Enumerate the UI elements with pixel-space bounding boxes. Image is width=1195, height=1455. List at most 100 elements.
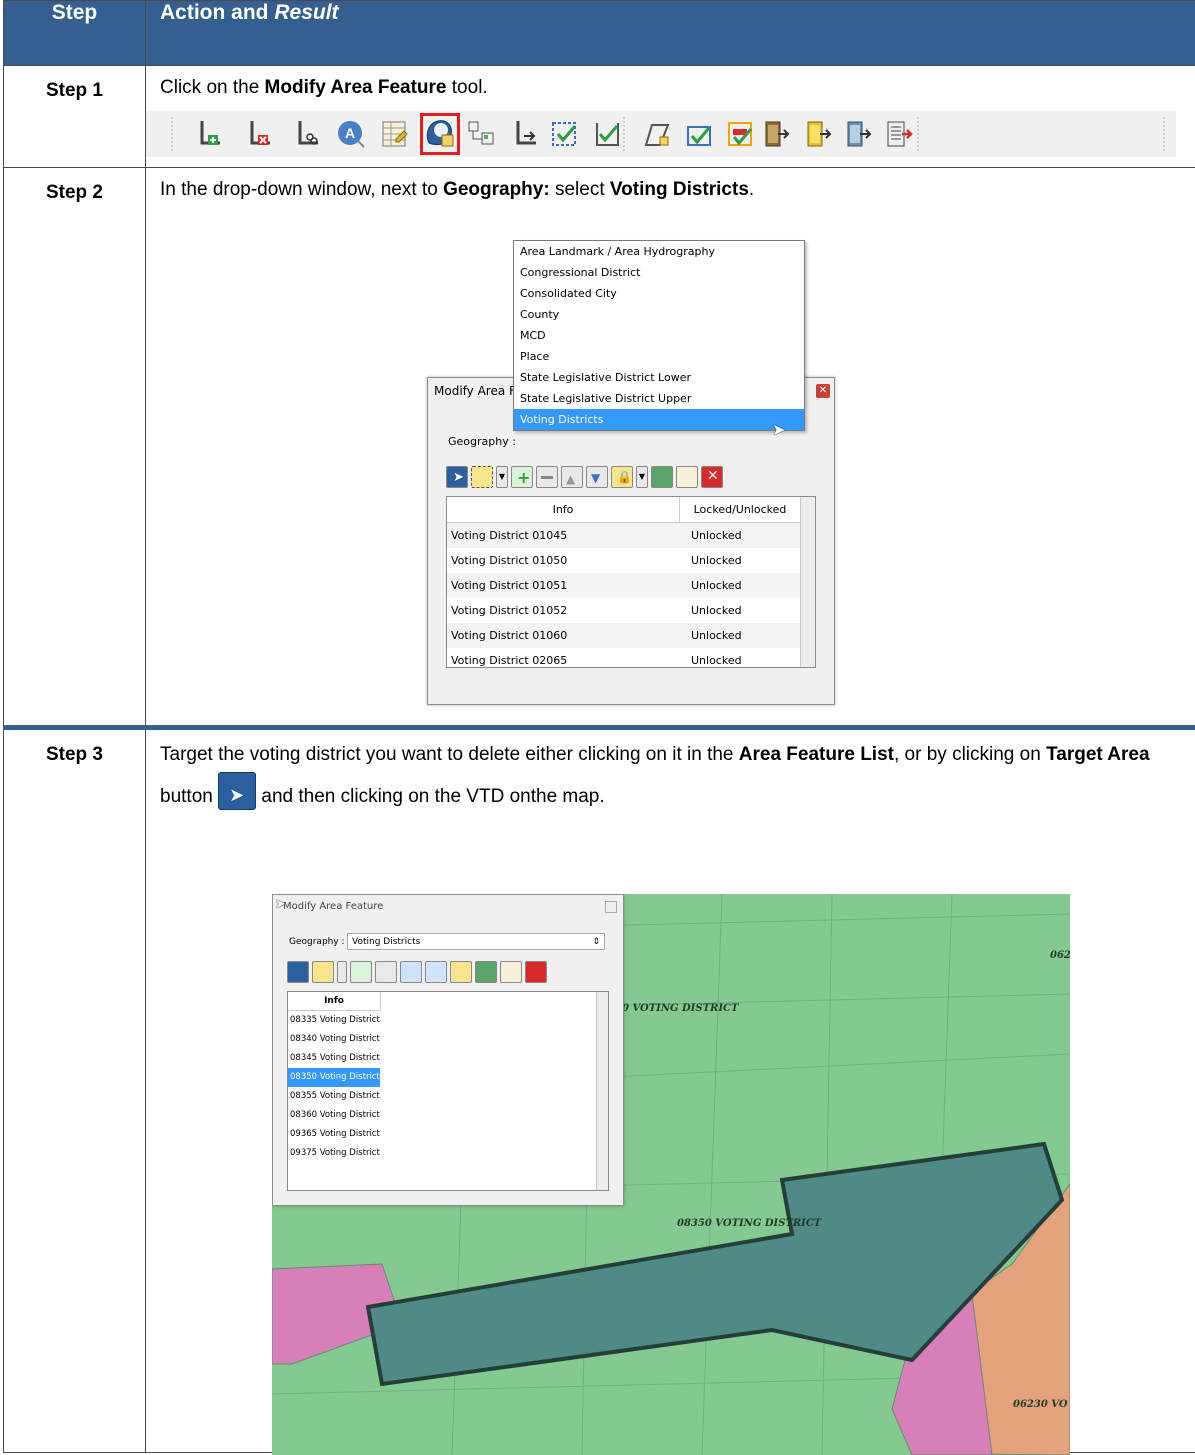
step-1-label: Step 1	[4, 66, 146, 168]
step-1-action: Click on the Modify Area Feature tool.	[146, 66, 1195, 168]
move-up-icon-2[interactable]	[400, 961, 422, 983]
select-check-icon[interactable]	[550, 119, 580, 149]
area-feature-list-2[interactable]: Info 08335 Voting District08340 Voting D…	[287, 991, 609, 1191]
list-item[interactable]: 08340 Voting District	[288, 1030, 380, 1049]
list-item[interactable]: 09365 Voting District	[288, 1125, 380, 1144]
select-area-icon-2[interactable]	[312, 961, 334, 983]
move-vertex-icon[interactable]	[510, 119, 540, 149]
step-3-text: Target the voting district you want to d…	[160, 737, 1181, 814]
list-item-info: Voting District 01060	[447, 623, 691, 648]
lock-dropdown-icon[interactable]: ▼	[636, 466, 648, 488]
list-item[interactable]: Voting District 01060Unlocked	[447, 623, 815, 648]
polygon-icon[interactable]	[642, 119, 672, 149]
close-icon[interactable]: ✕	[816, 384, 830, 398]
list-item[interactable]: 08345 Voting District	[288, 1049, 380, 1068]
list-item-status: Unlocked	[691, 573, 801, 598]
dialog2-title: Modify Area Feature	[283, 901, 383, 914]
target-area-icon[interactable]: ➤	[446, 466, 468, 488]
list-item[interactable]: 09375 Voting District	[288, 1144, 380, 1163]
table-icon-2[interactable]	[500, 961, 522, 983]
check-edit-icon[interactable]	[592, 119, 622, 149]
list-item-status: Unlocked	[691, 648, 801, 673]
list-item[interactable]: 08360 Voting District	[288, 1106, 380, 1125]
move-down-icon-2[interactable]	[425, 961, 447, 983]
col-info[interactable]: Info	[447, 497, 680, 522]
map-icon-2[interactable]	[475, 961, 497, 983]
option-sldu[interactable]: State Legislative District Upper	[514, 388, 804, 409]
list-item[interactable]: 08350 Voting District	[288, 1068, 380, 1087]
geography-dropdown-list[interactable]: Area Landmark / Area Hydrography Congres…	[513, 240, 805, 431]
step-3-label: Step 3	[4, 728, 146, 1453]
geography-combo[interactable]: Voting Districts⇕	[347, 933, 605, 950]
option-mcd[interactable]: MCD	[514, 325, 804, 346]
map-icon[interactable]	[651, 466, 673, 488]
option-county[interactable]: County	[514, 304, 804, 325]
option-area-landmark[interactable]: Area Landmark / Area Hydrography	[514, 241, 804, 262]
map-label-08350: 08350 VOTING DISTRICT	[677, 1218, 821, 1231]
option-voting-districts[interactable]: Voting Districts	[514, 409, 804, 430]
export-2-icon[interactable]	[804, 119, 834, 149]
modify-area-feature-icon[interactable]	[420, 113, 460, 155]
remove-icon-2[interactable]	[375, 961, 397, 983]
scrollbar[interactable]	[800, 497, 815, 667]
col-info-2[interactable]: Info	[288, 992, 381, 1011]
list-item[interactable]: Voting District 02065Unlocked	[447, 648, 815, 673]
target-area-button-icon: ➤	[218, 772, 256, 810]
geography-label: Geography :	[448, 435, 516, 449]
label-icon[interactable]: A	[336, 119, 366, 149]
review-icon[interactable]	[726, 119, 756, 149]
option-congressional-district[interactable]: Congressional District	[514, 262, 804, 283]
export-1-icon[interactable]	[762, 119, 792, 149]
check-icon[interactable]	[684, 119, 714, 149]
move-up-icon[interactable]: ▲	[561, 466, 583, 488]
dropdown-arrow-icon[interactable]: ▼	[496, 466, 508, 488]
delete-icon-2[interactable]	[525, 961, 547, 983]
delete-vertex-icon[interactable]	[244, 119, 274, 149]
add-icon-2[interactable]	[350, 961, 372, 983]
dropdown-arrow-icon-2[interactable]	[337, 961, 347, 983]
col-locked[interactable]: Locked/Unlocked	[680, 497, 800, 522]
svg-text:A: A	[345, 125, 355, 141]
dialog-title: Modify Area Fe	[434, 384, 523, 399]
steps-table: Step Action and Result Step 1 Click on t…	[3, 0, 1195, 1453]
list-item-status: Unlocked	[691, 523, 801, 548]
option-place[interactable]: Place	[514, 346, 804, 367]
table-icon[interactable]	[676, 466, 698, 488]
lock-icon[interactable]: 🔒	[611, 466, 633, 488]
move-down-icon[interactable]: ▼	[586, 466, 608, 488]
lock-icon-2[interactable]	[450, 961, 472, 983]
list-item-status: Unlocked	[691, 623, 801, 648]
option-consolidated-city[interactable]: Consolidated City	[514, 283, 804, 304]
target-area-icon-2[interactable]	[287, 961, 309, 983]
remove-icon[interactable]	[536, 466, 558, 488]
add-vertex-icon[interactable]	[194, 119, 224, 149]
list-item[interactable]: Voting District 01051Unlocked	[447, 573, 815, 598]
step-3-action: Target the voting district you want to d…	[146, 728, 1195, 1453]
attribute-table-icon[interactable]	[380, 119, 410, 149]
map-label-06230: 06230 VO	[1013, 1399, 1068, 1412]
list-item[interactable]: 08335 Voting District	[288, 1011, 380, 1030]
map-view[interactable]: 062 0 VOTING DISTRICT 08350 VOTING DISTR…	[272, 894, 1070, 1455]
scrollbar-2[interactable]	[596, 992, 608, 1190]
modify-area-dialog-2: Modify Area Feature ➤ Geography : Voting…	[272, 894, 624, 1206]
list-item[interactable]: Voting District 01052Unlocked	[447, 598, 815, 623]
header-step: Step	[4, 1, 146, 66]
delete-icon[interactable]: ✕	[701, 466, 723, 488]
step-2-text: In the drop-down window, next to Geograp…	[160, 178, 1181, 202]
step-2-action: In the drop-down window, next to Geograp…	[146, 168, 1195, 728]
select-area-icon[interactable]	[471, 466, 493, 488]
export-4-icon[interactable]	[884, 119, 914, 149]
list-item[interactable]: 08355 Voting District	[288, 1087, 380, 1106]
split-line-icon[interactable]	[292, 119, 322, 149]
list-item[interactable]: Voting District 01050Unlocked	[447, 548, 815, 573]
export-3-icon[interactable]	[844, 119, 874, 149]
mouse-cursor-icon: ➤	[772, 421, 785, 441]
add-icon[interactable]: +	[511, 466, 533, 488]
list-item[interactable]: Voting District 01045Unlocked	[447, 523, 815, 548]
split-feature-icon[interactable]	[466, 119, 496, 149]
area-feature-list[interactable]: Info Locked/Unlocked Voting District 010…	[446, 496, 816, 668]
restore-icon[interactable]	[605, 901, 617, 913]
cursor-icon: ➤	[275, 897, 286, 913]
document: Step Action and Result Step 1 Click on t…	[3, 0, 1195, 1451]
option-sldl[interactable]: State Legislative District Lower	[514, 367, 804, 388]
